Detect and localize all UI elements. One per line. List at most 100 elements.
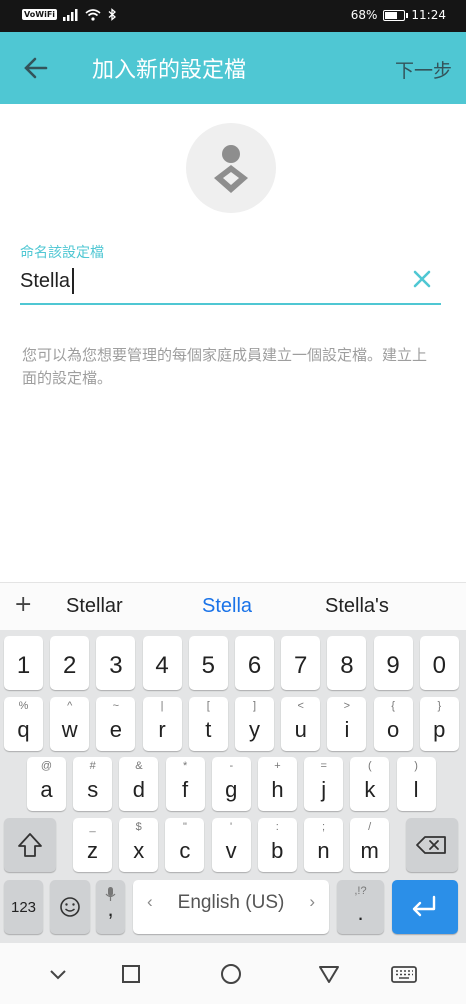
key-label: o (386, 717, 400, 742)
key-label: e (109, 717, 123, 742)
key-hint: % (18, 700, 29, 712)
key-4[interactable]: 4 (142, 636, 182, 690)
suggestion-2[interactable]: Stella (202, 595, 252, 618)
key-k[interactable]: (k (350, 757, 390, 811)
symbols-key[interactable]: 123 (4, 880, 43, 934)
arrow-left-icon[interactable] (18, 50, 54, 86)
key-label: y (249, 717, 260, 742)
key-hint: & (135, 760, 143, 772)
key-5[interactable]: 5 (188, 636, 228, 690)
person-icon (214, 145, 248, 193)
key-hint: _ (89, 821, 96, 833)
key-m[interactable]: / m (350, 818, 390, 872)
key-x[interactable]: $ x (119, 818, 159, 872)
key-label: 3 (109, 652, 123, 679)
battery-percent: 68% (350, 8, 378, 22)
key-label: 7 (294, 652, 308, 679)
key-hint: - (229, 760, 234, 772)
key-label: c (179, 838, 191, 863)
key-e[interactable]: ~ e (96, 697, 136, 751)
suggestion-1[interactable]: Stellar (66, 595, 123, 618)
nav-home-icon[interactable] (218, 961, 244, 987)
key-hint: " (182, 821, 187, 833)
key-g[interactable]: -g (211, 757, 251, 811)
enter-key[interactable] (392, 880, 458, 934)
comma-key[interactable]: , (96, 880, 125, 934)
key-3[interactable]: 3 (96, 636, 136, 690)
page-title: 加入新的設定檔 (92, 58, 247, 83)
nav-recents-icon[interactable] (118, 961, 144, 987)
backspace-key[interactable] (406, 818, 458, 872)
key-hint: { (391, 700, 395, 712)
key-label: q (17, 717, 30, 742)
key-label: v (225, 838, 237, 863)
key-l[interactable]: ) l (396, 757, 436, 811)
key-label: k (364, 777, 376, 802)
suggestion-3[interactable]: Stella's (325, 595, 389, 618)
key-y[interactable]: ] y (235, 697, 274, 751)
key-b[interactable]: :b (257, 818, 297, 872)
key-2[interactable]: 2 (50, 636, 90, 690)
key-label: l (413, 777, 419, 802)
signal-icon (63, 8, 78, 21)
avatar[interactable] (186, 123, 276, 213)
key-label: f (182, 777, 189, 802)
key-label: 1 (16, 652, 31, 679)
key-label: h (271, 777, 284, 802)
key-label: d (132, 777, 146, 802)
key-0[interactable]: 0 (419, 636, 459, 690)
space-key[interactable]: ‹ English (US) › (133, 880, 329, 934)
key-p[interactable]: } p (419, 697, 459, 751)
enter-icon (412, 895, 436, 917)
key-label: x (133, 838, 145, 863)
key-label: 4 (155, 652, 169, 679)
key-t[interactable]: [t (188, 697, 228, 751)
status-bar: VoWiFi 68% 11:24 (0, 0, 466, 32)
key-label: b (271, 838, 284, 863)
profile-name-label: 命名該設定檔 (20, 245, 104, 261)
key-h[interactable]: + h (258, 757, 297, 811)
key-f[interactable]: * f (165, 757, 205, 811)
keyboard-icon[interactable] (390, 961, 418, 987)
close-icon[interactable] (409, 266, 435, 292)
key-z[interactable]: _ z (73, 818, 112, 872)
key-hint: ] (252, 700, 257, 712)
plus-icon[interactable]: + (14, 592, 32, 617)
key-8[interactable]: 8 (327, 636, 367, 690)
key-q[interactable]: % q (4, 697, 43, 751)
key-j[interactable]: = j (304, 757, 344, 811)
key-hint: = (320, 760, 327, 772)
chevron-down-icon[interactable] (45, 961, 71, 987)
next-button[interactable]: 下一步 (395, 56, 452, 83)
key-w[interactable]: ^ w (50, 697, 90, 751)
key-label: p (433, 717, 446, 742)
key-d[interactable]: & d (119, 757, 159, 811)
key-c[interactable]: " c (165, 818, 205, 872)
profile-name-input[interactable] (20, 264, 400, 298)
key-hint: : (275, 821, 279, 833)
key-o[interactable]: {o (373, 697, 413, 751)
key-s[interactable]: # s (73, 757, 113, 811)
key-hint: * (182, 760, 188, 772)
key-hint: > (343, 700, 351, 712)
period-key[interactable]: ,!? . (337, 880, 384, 934)
key-label: s (87, 777, 99, 802)
key-1[interactable]: 1 (4, 636, 43, 690)
shift-key[interactable] (4, 818, 56, 872)
key-9[interactable]: 9 (373, 636, 413, 690)
key-hint: < (297, 700, 304, 712)
bluetooth-icon (108, 8, 117, 21)
key-label: 0 (432, 652, 446, 679)
key-v[interactable]: ' v (211, 818, 251, 872)
key-label: w (61, 717, 78, 742)
emoji-key[interactable] (50, 880, 90, 934)
key-6[interactable]: 6 (235, 636, 274, 690)
key-i[interactable]: > i (327, 697, 367, 751)
nav-back-icon[interactable] (316, 961, 342, 987)
key-label: 8 (340, 652, 354, 679)
key-u[interactable]: < u (281, 697, 321, 751)
key-a[interactable]: @ a (27, 757, 66, 811)
key-7[interactable]: 7 (281, 636, 321, 690)
key-r[interactable]: | r (142, 697, 182, 751)
key-n[interactable]: ; n (304, 818, 343, 872)
